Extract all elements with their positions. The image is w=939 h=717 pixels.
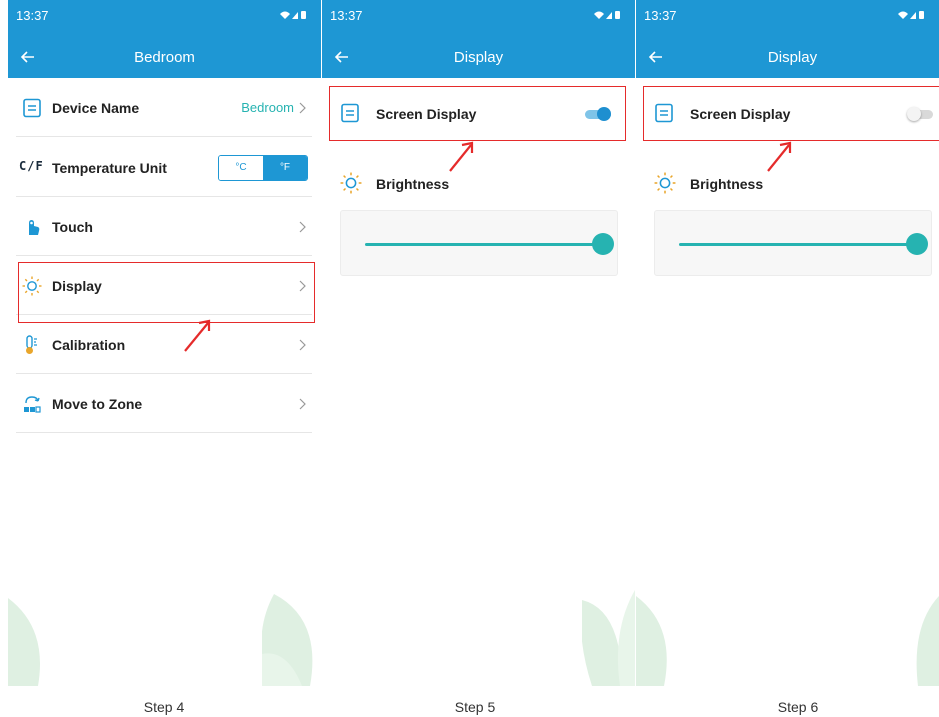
touch-label: Touch [52,219,93,235]
unit-celsius-option[interactable]: °C [219,156,263,180]
app-bar: Display [636,36,939,78]
app-bar: Display [322,36,635,78]
thermometer-icon [26,335,37,354]
display-label: Display [52,278,102,294]
status-time: 13:37 [644,8,677,23]
phone-screen-step-4: 13:37 Bedroom Device Name Bedroom C/F Te… [8,0,321,686]
app-bar: Bedroom [8,36,321,78]
display-row[interactable]: Display [16,256,312,315]
red-arrow-icon [767,141,792,172]
red-arrow-icon [449,141,474,172]
device-name-value: Bedroom [241,100,294,115]
calibration-row[interactable]: Calibration [16,315,312,374]
chevron-right-icon [299,221,306,233]
leaf-decoration [582,590,635,686]
brightness-slider[interactable] [679,233,928,255]
status-bar: 13:37 [322,0,635,36]
status-time: 13:37 [330,8,363,23]
sun-icon [22,276,42,296]
slider-thumb[interactable] [906,233,928,255]
screen-display-row: Screen Display [644,88,939,140]
chevron-right-icon [299,398,306,410]
screen-display-toggle[interactable] [585,106,611,122]
brightness-card [654,210,932,276]
sun-icon [654,172,676,194]
cf-icon: C/F [19,159,44,173]
signal-battery-icon [898,11,924,19]
device-name-label: Device Name [52,100,140,116]
chevron-right-icon [299,280,306,292]
page-title: Bedroom [134,49,195,66]
document-icon [655,103,673,123]
screen-display-row: Screen Display [330,88,625,140]
device-name-row[interactable]: Device Name Bedroom [16,78,312,137]
chevron-right-icon [299,339,306,351]
brightness-label: Brightness [376,176,450,192]
touch-hand-icon [29,220,40,235]
touch-row[interactable]: Touch [16,197,312,256]
step-caption: Step 6 [777,699,819,715]
brightness-slider[interactable] [365,233,614,255]
step-caption: Step 5 [454,699,496,715]
slider-thumb[interactable] [592,233,614,255]
toggle-knob [907,107,921,121]
move-to-zone-label: Move to Zone [52,396,143,412]
screen-display-label: Screen Display [376,106,477,122]
calibration-label: Calibration [52,337,126,353]
screen-display-toggle[interactable] [907,106,933,122]
status-bar: 13:37 [636,0,939,36]
phone-screen-step-6: 13:37 Display Screen Display Brightness [636,0,939,686]
screen-display-label: Screen Display [690,106,791,122]
document-icon [341,103,359,123]
chevron-right-icon [299,102,306,114]
unit-fahrenheit-option[interactable]: °F [263,156,307,180]
page-title: Display [767,49,818,66]
brightness-card [340,210,618,276]
move-to-zone-row[interactable]: Move to Zone [16,374,312,433]
move-zone-icon [24,396,41,413]
temperature-unit-row: C/F Temperature Unit °C °F [16,138,312,197]
phone-screen-step-5: 13:37 Display Screen Display Brightness [322,0,635,686]
page-title: Display [453,49,504,66]
temperature-unit-toggle[interactable]: °C °F [218,155,308,181]
signal-battery-icon [594,11,620,19]
status-time: 13:37 [16,8,49,23]
leaf-decoration [916,596,939,686]
brightness-label: Brightness [690,176,764,192]
signal-battery-icon [280,11,306,19]
leaf-decoration [262,594,313,686]
step-caption: Step 4 [143,699,185,715]
leaf-decoration [8,598,40,686]
document-icon [23,98,41,118]
status-bar: 13:37 [8,0,321,36]
toggle-knob [597,107,611,121]
leaf-decoration [636,596,667,686]
temperature-unit-label: Temperature Unit [52,160,167,176]
sun-icon [340,172,362,194]
